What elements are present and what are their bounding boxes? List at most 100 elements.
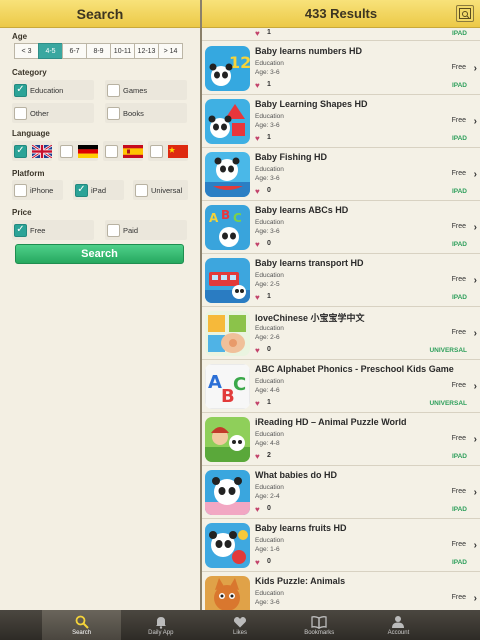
age-segmented-control: < 3 4-5 6-7 8-9 10-11 12-13 > 14 (14, 43, 183, 59)
platform-tag: IPAD (451, 188, 467, 195)
language-spanish-option[interactable] (103, 141, 143, 161)
checkbox-checked-icon: ✓ (14, 83, 27, 97)
age-option-over-14[interactable]: > 14 (158, 43, 183, 59)
app-category: Education (255, 325, 284, 332)
heart-icon: ♥ (255, 240, 260, 249)
price-free-option[interactable]: ✓ Free (12, 220, 94, 240)
likes-count: 1 (267, 293, 271, 300)
chevron-right-icon: › (473, 328, 477, 339)
app-age: Age: 3-6 (255, 175, 280, 182)
tab-bar: Search Daily App Likes Bookmarks Account (0, 610, 480, 640)
list-item-partial[interactable]: ♥ 1 IPAD (202, 28, 480, 41)
tab-bookmarks[interactable]: Bookmarks (280, 610, 359, 640)
list-item[interactable]: 12 Baby learns numbers HD Education Age:… (202, 42, 480, 95)
price-free-label: Free (30, 225, 46, 235)
bell-icon (155, 616, 166, 629)
heart-icon: ♥ (255, 134, 260, 143)
panda-fruits-app-icon (205, 523, 250, 568)
list-item[interactable]: Baby learns transport HD Education Age: … (202, 254, 480, 307)
list-item[interactable]: Baby Fishing HD Education Age: 3-6 ♥ 0 F… (202, 148, 480, 201)
heart-icon: ♥ (255, 452, 260, 461)
platform-iphone-option[interactable]: iPhone (12, 180, 63, 200)
spain-flag-icon (123, 144, 143, 158)
filter-icon[interactable] (456, 5, 474, 22)
list-item[interactable]: iReading HD – Animal Puzzle World Educat… (202, 413, 480, 466)
tab-search[interactable] (0, 610, 42, 640)
category-other-option[interactable]: Other (12, 103, 94, 123)
app-title: Baby Fishing HD (255, 152, 328, 162)
tab-account[interactable]: Account (359, 610, 438, 640)
list-item[interactable]: ABC Baby learns ABCs HD Education Age: 3… (202, 201, 480, 254)
price-label: Price (12, 208, 32, 217)
app-age: Age: 2-6 (255, 334, 280, 341)
platform-universal-option[interactable]: Universal (133, 180, 188, 200)
panda-babies-app-icon (205, 470, 250, 515)
app-category: Education (255, 113, 284, 120)
app-age: Age: 4-8 (255, 440, 280, 447)
chevron-right-icon: › (473, 169, 477, 180)
list-item[interactable]: ABC ABC Alphabet Phonics - Preschool Kid… (202, 360, 480, 413)
svg-text:A: A (208, 372, 222, 393)
likes-count: 0 (267, 187, 271, 194)
list-item[interactable]: Baby learns fruits HD Education Age: 1-6… (202, 519, 480, 572)
panda-transport-app-icon (205, 258, 250, 303)
chevron-right-icon: › (473, 275, 477, 286)
category-games-label: Games (123, 85, 148, 95)
language-german-option[interactable] (58, 141, 98, 161)
platform-tag: IPAD (451, 30, 467, 37)
age-option-under-3[interactable]: < 3 (14, 43, 39, 59)
checkbox-empty-icon (105, 144, 118, 158)
age-option-10-11[interactable]: 10-11 (110, 43, 135, 59)
panda-fishing-app-icon (205, 152, 250, 197)
app-category: Education (255, 166, 284, 173)
panda-shapes-app-icon (205, 99, 250, 144)
svg-text:12: 12 (229, 53, 250, 72)
app-age: Age: 3-6 (255, 228, 280, 235)
tab-bar-spacer (438, 610, 480, 640)
list-item[interactable]: loveChinese 小宝宝学中文 Education Age: 2-6 ♥ … (202, 307, 480, 360)
tab-daily-app[interactable]: Daily App (121, 610, 200, 640)
platform-universal-label: Universal (151, 185, 183, 195)
checkbox-empty-icon (150, 144, 163, 158)
platform-tag: IPAD (451, 559, 467, 566)
heart-icon: ♥ (255, 346, 260, 355)
app-title: Kids Puzzle: Animals (255, 576, 346, 586)
likes-count: 1 (267, 134, 271, 141)
list-item[interactable]: Kids Puzzle: Animals Education Age: 3-6 … (202, 572, 480, 610)
germany-flag-icon (78, 144, 98, 158)
age-option-12-13[interactable]: 12-13 (134, 43, 159, 59)
checkbox-checked-icon: ✓ (14, 223, 27, 237)
china-flag-icon (168, 144, 188, 158)
age-option-6-7[interactable]: 6-7 (62, 43, 87, 59)
language-chinese-option[interactable] (148, 141, 188, 161)
language-english-option[interactable]: ✓ (12, 141, 52, 161)
category-games-option[interactable]: Games (105, 80, 187, 100)
app-age: Age: 4-6 (255, 387, 280, 394)
platform-tag: IPAD (451, 294, 467, 301)
price-text: Free (451, 223, 466, 230)
platform-ipad-option[interactable]: ✓ iPad (73, 180, 124, 200)
age-option-4-5[interactable]: 4-5 (38, 43, 63, 59)
tab-likes[interactable]: Likes (200, 610, 279, 640)
heart-icon: ♥ (255, 293, 260, 302)
checkbox-checked-icon: ✓ (75, 183, 88, 197)
price-paid-option[interactable]: Paid (105, 220, 187, 240)
svg-text:C: C (233, 374, 246, 395)
category-education-option[interactable]: ✓ Education (12, 80, 94, 100)
checkbox-empty-icon (14, 183, 27, 197)
search-button[interactable]: Search (15, 244, 184, 264)
app-title: Baby Learning Shapes HD (255, 99, 368, 109)
checkbox-empty-icon (60, 144, 73, 158)
list-item[interactable]: Baby Learning Shapes HD Education Age: 3… (202, 95, 480, 148)
list-item[interactable]: What babies do HD Education Age: 2-4 ♥ 0… (202, 466, 480, 519)
tab-account-label: Account (387, 629, 410, 636)
language-label: Language (12, 129, 50, 138)
chevron-right-icon: › (473, 434, 477, 445)
tab-search-label: Search (72, 629, 92, 636)
tab-search[interactable]: Search (42, 610, 122, 640)
price-text: Free (451, 170, 466, 177)
checkbox-empty-icon (107, 223, 120, 237)
chevron-right-icon: › (473, 487, 477, 498)
age-option-8-9[interactable]: 8-9 (86, 43, 111, 59)
category-books-option[interactable]: Books (105, 103, 187, 123)
